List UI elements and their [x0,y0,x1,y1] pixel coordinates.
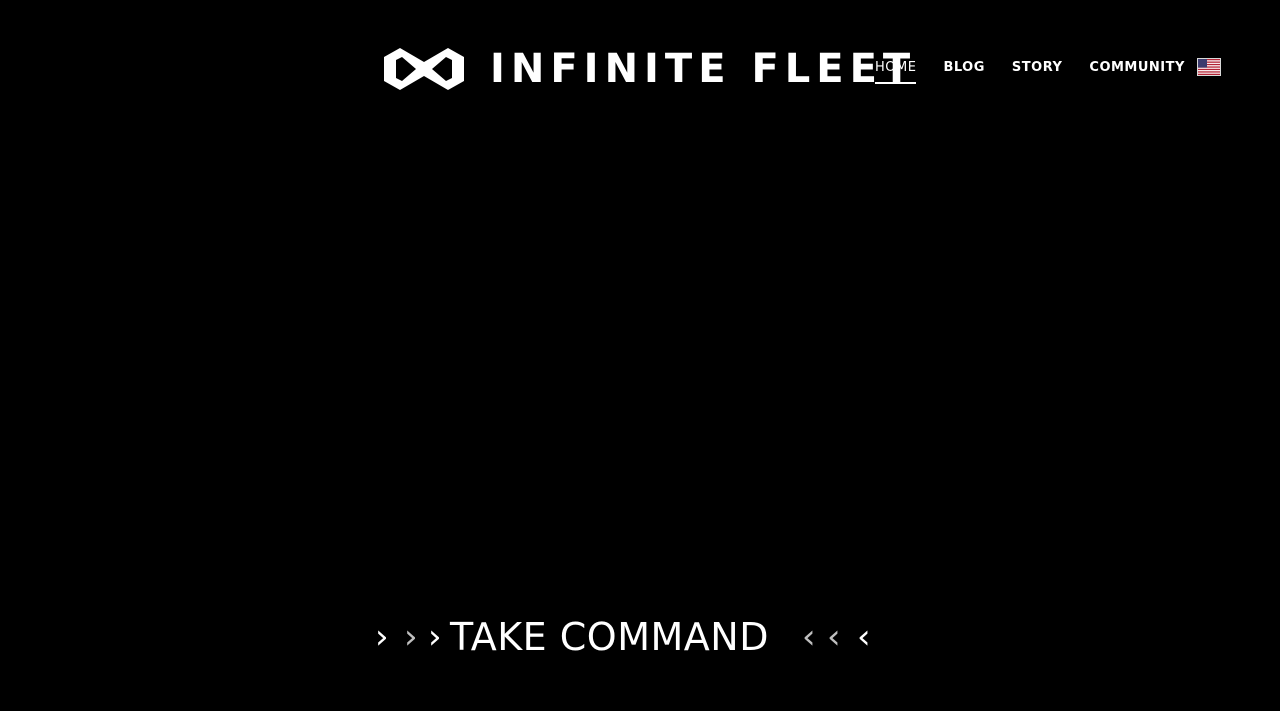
nav-item-home[interactable]: HOME [875,59,917,84]
nav-item-community[interactable]: COMMUNITY [1089,59,1185,77]
nav-item-blog[interactable]: BLOG [943,59,984,77]
home-logo-link[interactable]: INFINITE FLEET [382,46,916,92]
us-flag-icon[interactable] [1196,58,1221,76]
hero-heading: › › › TAKE COMMAND ‹ ‹ ‹ [0,612,1280,662]
chevron-right-icon: › [404,617,418,657]
main-nav: HOME BLOG STORY COMMUNITY [875,58,1221,84]
chevron-left-icon: ‹ [857,617,871,657]
chevron-right-icon: › [375,617,389,657]
chevron-left-icon: ‹ [802,617,816,657]
brand-name: INFINITE FLEET [490,46,917,92]
infinity-hex-logo-icon [384,48,464,90]
hero-title: TAKE COMMAND [450,615,769,659]
chevron-right-icon: › [428,617,442,657]
chevron-left-icon: ‹ [827,617,841,657]
page: INFINITE FLEET HOME BLOG STORY COMMUNITY… [0,0,1280,711]
nav-item-story[interactable]: STORY [1012,59,1063,77]
